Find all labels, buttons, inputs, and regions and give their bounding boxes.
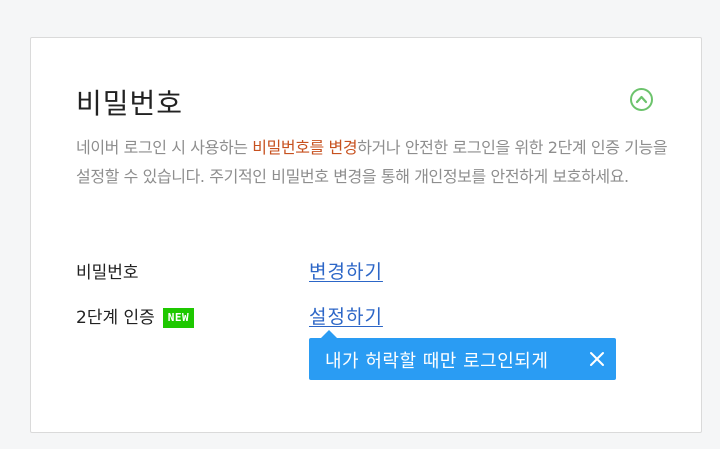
- two-factor-label-text: 2단계 인증: [76, 308, 155, 328]
- description-highlight: 비밀번호를 변경: [252, 138, 358, 157]
- two-factor-row-label: 2단계 인증 NEW: [76, 303, 195, 328]
- two-factor-tooltip: 내가 허락할 때만 로그인되게: [309, 330, 616, 380]
- close-icon: [590, 352, 604, 366]
- change-password-link[interactable]: 변경하기: [309, 257, 383, 284]
- password-settings-card: 비밀번호 네이버 로그인 시 사용하는 비밀번호를 변경하거나 안전한 로그인을…: [30, 37, 702, 433]
- setup-two-factor-link[interactable]: 설정하기: [309, 302, 383, 329]
- tooltip-close-button[interactable]: [588, 350, 606, 368]
- section-title: 비밀번호: [76, 87, 184, 120]
- collapse-toggle-button[interactable]: [630, 88, 653, 111]
- chevron-up-icon: [635, 95, 648, 104]
- description-text-start: 네이버 로그인 시 사용하는: [76, 138, 253, 157]
- new-badge: NEW: [162, 308, 195, 328]
- password-row-label: 비밀번호: [76, 263, 139, 283]
- tooltip-text: 내가 허락할 때만 로그인되게: [325, 351, 549, 372]
- section-description: 네이버 로그인 시 사용하는 비밀번호를 변경하거나 안전한 로그인을 위한 2…: [76, 133, 676, 191]
